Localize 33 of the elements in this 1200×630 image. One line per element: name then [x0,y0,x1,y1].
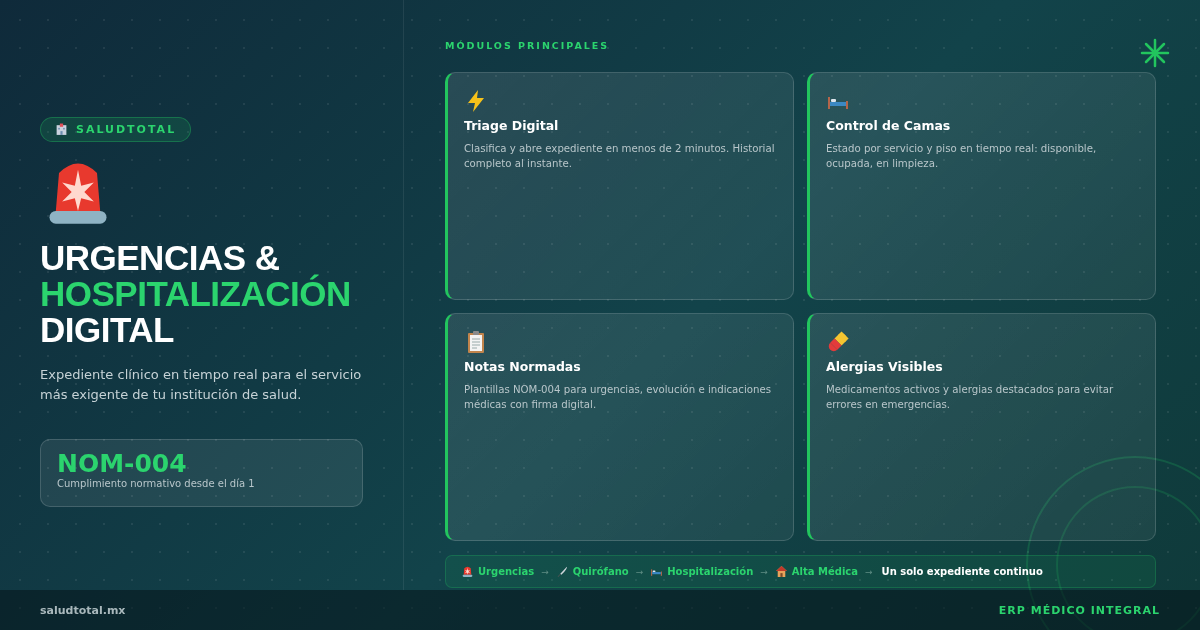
stat-caption: Cumplimiento normativo desde el día 1 [57,478,255,489]
flow-step: Quirófano [572,566,629,577]
house-icon [774,565,788,578]
card-title: Control de Camas [826,118,951,133]
stat-value: NOM-004 [57,450,187,478]
pill-icon [826,330,850,354]
footer-site: saludtotal.mx [40,603,126,617]
sparkle-icon [1140,38,1170,68]
hospital-icon [55,123,68,136]
flow-note: Un solo expediente continuo [881,566,1043,577]
siren-icon [461,565,474,578]
knife-icon [555,565,569,578]
arrow-icon: → [541,566,549,577]
card-description: Clasifica y abre expediente en menos de 2 minutos. Historial completo al instante. [464,142,776,171]
hero-subtitle: Expediente clínico en tiempo real para el servicio más exigente de tu institución de salud. [40,366,363,404]
section-heading: MÓDULOS PRINCIPALES [445,40,610,51]
arrow-icon: → [760,566,768,577]
footer-tagline: ERP MÉDICO INTEGRAL [998,603,1160,617]
flow-step: Hospitalización [667,566,754,577]
hero-title: DIGITAL [40,312,174,348]
brand-badge: SALUDTOTAL [40,117,192,142]
hero-title: URGENCIAS & [40,240,280,276]
card-description: Plantillas NOM-004 para urgencias, evolución e indicaciones médicas con firma digital. [464,383,773,412]
flow-step: Urgencias [478,566,535,577]
card-description: Medicamentos activos y alergias destacados para evitar errores en emergencias. [826,383,1115,412]
card-title: Notas Normadas [464,359,581,374]
arrow-icon: → [865,566,873,577]
card-description: Estado por servicio y piso en tiempo real: disponible, ocupada, en limpieza. [826,142,1098,171]
flow-step: Alta Médica [791,566,858,577]
card-title: Triage Digital [464,118,559,133]
arrow-icon: → [635,566,644,577]
hero-title: HOSPITALIZACIÓN [40,276,351,312]
card-title: Alergias Visibles [826,359,943,374]
